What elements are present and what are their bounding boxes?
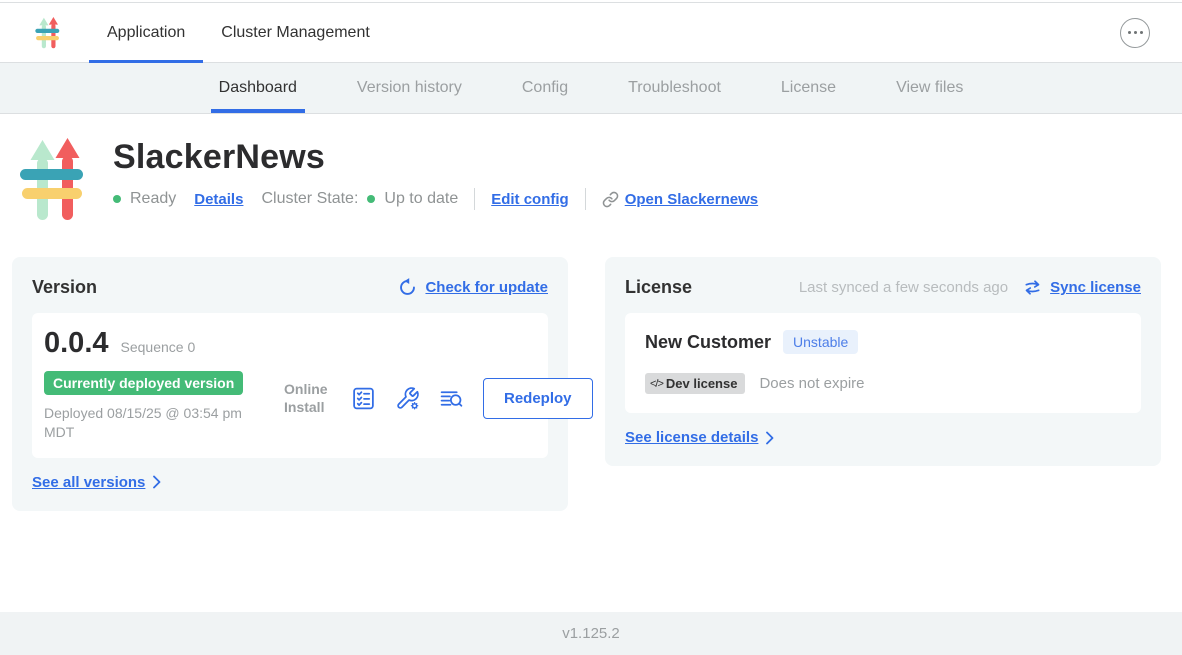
see-license-details-link[interactable]: See license details xyxy=(625,429,758,446)
tab-label: View files xyxy=(896,79,963,97)
version-number: 0.0.4 xyxy=(44,327,109,360)
hashtag-arrows-logo-icon xyxy=(33,17,62,49)
channel-badge: Unstable xyxy=(783,330,858,354)
config-wrench-icon[interactable] xyxy=(395,386,420,411)
tab-view-files[interactable]: View files xyxy=(866,63,993,113)
cluster-state-label: Cluster State: xyxy=(261,190,358,208)
license-type-badge: </> Dev license xyxy=(645,373,745,394)
top-nav-tab-label: Application xyxy=(107,24,185,42)
tab-license[interactable]: License xyxy=(751,63,866,113)
top-nav-tabs: Application Cluster Management xyxy=(89,3,388,62)
expiry-text: Does not expire xyxy=(759,375,864,392)
page-title: SlackerNews xyxy=(113,138,758,177)
customer-row: New Customer Unstable xyxy=(645,330,1125,354)
version-number-row: 0.0.4 Sequence 0 xyxy=(44,327,284,360)
sync-license-link[interactable]: Sync license xyxy=(1050,279,1141,296)
see-all-versions-link[interactable]: See all versions xyxy=(32,474,145,491)
license-info-box: New Customer Unstable </> Dev license Do… xyxy=(625,313,1141,413)
check-for-update-link[interactable]: Check for update xyxy=(425,279,548,296)
divider xyxy=(585,188,586,210)
chevron-right-icon xyxy=(153,475,161,489)
chain-link-icon xyxy=(602,191,619,208)
last-synced-text: Last synced a few seconds ago xyxy=(799,279,1008,296)
app-logo-small xyxy=(33,3,62,62)
footer: v1.125.2 xyxy=(0,612,1182,655)
ellipsis-icon xyxy=(1128,31,1131,34)
deployed-status-badge: Currently deployed version xyxy=(44,371,243,395)
current-version-box: 0.0.4 Sequence 0 Currently deployed vers… xyxy=(32,313,548,458)
see-license-details-group[interactable]: See license details xyxy=(625,429,1141,446)
version-action-icons xyxy=(351,386,464,411)
dashboard-cards: Version Check for update 0.0.4 Sequence xyxy=(12,257,1161,511)
install-type-label: Online Install xyxy=(284,380,332,416)
view-logs-icon[interactable] xyxy=(439,386,464,411)
overflow-menu-button[interactable] xyxy=(1120,18,1150,48)
app-header-text: SlackerNews Ready Details Cluster State:… xyxy=(113,138,758,222)
page: Application Cluster Management Dashboard… xyxy=(0,0,1182,655)
app-status-dot xyxy=(113,195,121,203)
console-version: v1.125.2 xyxy=(562,625,620,642)
app-status-text: Ready xyxy=(130,190,176,208)
code-icon: </> xyxy=(650,378,663,390)
app-sub-navigation: Dashboard Version history Config Trouble… xyxy=(0,63,1182,114)
tab-label: Version history xyxy=(357,79,462,97)
see-all-versions-group[interactable]: See all versions xyxy=(32,474,548,491)
version-info: 0.0.4 Sequence 0 Currently deployed vers… xyxy=(44,327,284,442)
tab-label: Troubleshoot xyxy=(628,79,721,97)
cluster-state-dot xyxy=(367,195,375,203)
hashtag-arrows-logo-icon xyxy=(20,138,84,222)
tab-version-history[interactable]: Version history xyxy=(327,63,492,113)
version-card-title: Version xyxy=(32,277,97,298)
tab-label: License xyxy=(781,79,836,97)
version-card: Version Check for update 0.0.4 Sequence xyxy=(12,257,568,511)
tab-troubleshoot[interactable]: Troubleshoot xyxy=(598,63,751,113)
refresh-icon xyxy=(398,278,417,297)
tab-dashboard[interactable]: Dashboard xyxy=(189,63,327,113)
preflight-checks-icon[interactable] xyxy=(351,386,376,411)
app-logo-large xyxy=(20,138,84,222)
open-app-link-group[interactable]: Open Slackernews xyxy=(602,191,758,208)
tab-config[interactable]: Config xyxy=(492,63,598,113)
divider xyxy=(474,188,475,210)
redeploy-button[interactable]: Redeploy xyxy=(483,378,593,419)
main-content: SlackerNews Ready Details Cluster State:… xyxy=(0,114,1182,612)
license-type-label: Dev license xyxy=(666,376,738,391)
open-app-link[interactable]: Open Slackernews xyxy=(625,191,758,208)
sequence-label: Sequence 0 xyxy=(121,339,196,355)
top-nav-tab-application[interactable]: Application xyxy=(89,3,203,62)
check-for-update-group[interactable]: Check for update xyxy=(398,278,548,297)
version-actions: Online Install xyxy=(284,355,599,442)
customer-name: New Customer xyxy=(645,332,771,353)
top-navigation: Application Cluster Management xyxy=(0,3,1182,63)
chevron-right-icon xyxy=(766,431,774,445)
details-link[interactable]: Details xyxy=(194,191,243,208)
sync-arrows-icon xyxy=(1023,278,1042,297)
edit-config-link[interactable]: Edit config xyxy=(491,191,569,208)
top-nav-tab-label: Cluster Management xyxy=(221,24,370,42)
deployed-timestamp: Deployed 08/15/25 @ 03:54 pm MDT xyxy=(44,404,259,442)
top-nav-tab-cluster-management[interactable]: Cluster Management xyxy=(203,3,388,62)
app-status-row: Ready Details Cluster State: Up to date … xyxy=(113,188,758,210)
tab-label: Dashboard xyxy=(219,79,297,97)
license-card-header: License Last synced a few seconds ago Sy… xyxy=(625,277,1141,298)
app-header: SlackerNews Ready Details Cluster State:… xyxy=(0,114,1182,222)
license-sync-group: Last synced a few seconds ago Sync licen… xyxy=(799,278,1141,297)
license-type-row: </> Dev license Does not expire xyxy=(645,373,1125,394)
license-card-title: License xyxy=(625,277,692,298)
license-card: License Last synced a few seconds ago Sy… xyxy=(605,257,1161,466)
cluster-state-value: Up to date xyxy=(384,190,458,208)
version-card-header: Version Check for update xyxy=(32,277,548,298)
tab-label: Config xyxy=(522,79,568,97)
